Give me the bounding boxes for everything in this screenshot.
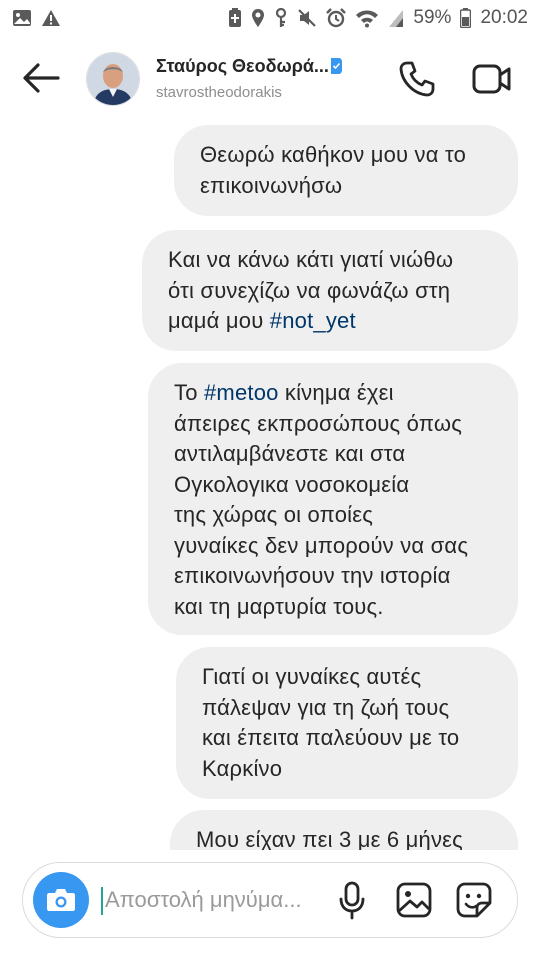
microphone-icon [339,881,365,920]
mute-icon [297,8,317,28]
message-text: αντιλαμβάνεστε και στα [174,441,406,466]
avatar[interactable] [86,52,140,106]
message-text: μαμά μου [168,308,270,333]
status-right: 59% 20:02 [228,7,528,29]
clock: 20:02 [480,7,528,28]
message-input[interactable] [105,883,335,917]
message-text: ότι συνεχίζω να φωνάζω στη [168,277,451,303]
message-line: επικοινωνήσω [200,171,492,202]
message-line: Μου είχαν πει 3 με 6 μήνες [196,825,492,850]
battery-saver-icon [228,8,242,28]
battery-percent: 59% [413,7,452,28]
message-line: άπειρες εκπροσώπους όπως [174,409,492,440]
message-line: Γιατί οι γυναίκες αυτές [202,662,492,693]
message-bubble[interactable]: Και να κάνω κάτι γιατί νιώθω ότι συνεχίζω… [142,230,518,351]
back-button[interactable] [20,60,62,96]
voice-message-button[interactable] [337,881,367,921]
message-text: Καρκίνο [202,755,283,781]
message-line: αντιλαμβάνεστε και στα [174,439,492,470]
hashtag-link[interactable]: #not_yet [270,308,356,333]
message-line: και τη μαρτυρία τους. [174,592,492,623]
message-line: Καρκίνο [202,754,492,785]
message-text: πάλεψαν για τη ζωή τους [202,694,450,720]
image-notification-icon [12,9,32,27]
status-left [12,9,61,27]
message-line: γυναίκες δεν μπορούν να σας [174,531,492,562]
camera-icon [47,889,75,911]
message-line: πάλεψαν για τη ζωή τους [202,693,492,724]
contact-name-text: Σταύρος Θεοδωρά... [156,56,329,76]
message-bubble[interactable]: Γιατί οι γυναίκες αυτές πάλεψαν για τη ζω… [176,647,518,799]
status-bar: 59% 20:02 [0,0,540,36]
message-composer [22,862,518,938]
message-bubble[interactable]: Το #metoo κίνημα έχει άπειρες εκπροσώπους… [148,363,518,635]
message-line: Και να κάνω κάτι γιατί νιώθω [168,245,492,276]
message-text: Ογκολογικα νοσοκομεία [174,471,410,497]
message-line: ότι συνεχίζω να φωνάζω στη [168,276,492,307]
video-call-button[interactable] [472,62,512,96]
camera-button[interactable] [33,872,89,928]
message-text: επικοινωνήσω [200,172,343,198]
message-line: Θεωρώ καθήκον μου να το [200,140,492,171]
message-text: Μου είχαν πει 3 με 6 μήνες [196,827,463,850]
message-line: μαμά μου #not_yet [168,306,492,337]
sticker-button[interactable] [455,881,493,919]
gallery-button[interactable] [395,881,433,919]
message-bubble[interactable]: Μου είχαν πει 3 με 6 μήνες [170,810,518,850]
message-line: επικοινωνήσουν την ιστορία [174,561,492,592]
location-icon [251,8,265,28]
gallery-icon [396,882,432,918]
wifi-icon [355,8,379,28]
alarm-icon [326,8,347,28]
message-text: άπειρες εκπροσώπους όπως [174,410,463,436]
message-line: και έπειτα παλεύουν με το [202,723,492,754]
message-line: Το #metoo κίνημα έχει [174,378,492,409]
message-line: Ογκολογικα νοσοκομεία [174,470,492,501]
battery-icon [460,8,472,28]
chat-header: Σταύρος Θεοδωρά... stavrostheodorakis [0,36,540,120]
voice-call-button[interactable] [398,60,436,98]
message-text: Και να κάνω κάτι γιατί νιώθω [168,247,454,272]
signal-icon [388,8,404,28]
message-text: Γιατί οι γυναίκες αυτές [202,664,422,689]
video-camera-icon [472,64,511,94]
message-bubble[interactable]: Θεωρώ καθήκον μου να το επικοινωνήσω [174,125,518,216]
warning-icon [41,9,61,27]
contact-username: stavrostheodorakis [156,84,282,101]
message-text: Το [174,380,204,405]
verified-badge-icon [330,58,342,74]
phone-icon [399,61,435,97]
message-text: Θεωρώ καθήκον μου να το [200,142,467,167]
message-text: επικοινωνήσουν την ιστορία [174,563,451,588]
text-cursor [101,887,103,915]
key-icon [274,8,288,28]
message-text: και τη μαρτυρία τους. [174,593,384,619]
back-arrow-icon [23,63,60,93]
sticker-icon [456,882,492,918]
message-text: της χώρας οι οποίες [174,502,374,527]
message-line: της χώρας οι οποίες [174,500,492,531]
message-text: και έπειτα παλεύουν με το [202,725,460,750]
contact-name[interactable]: Σταύρος Θεοδωρά... [156,56,342,77]
message-text: γυναίκες δεν μπορούν να σας [174,532,469,558]
message-thread[interactable]: Θεωρώ καθήκον μου να το επικοινωνήσω Και … [0,120,540,850]
message-text: κίνημα έχει [278,380,394,405]
hashtag-link[interactable]: #metoo [204,380,279,405]
